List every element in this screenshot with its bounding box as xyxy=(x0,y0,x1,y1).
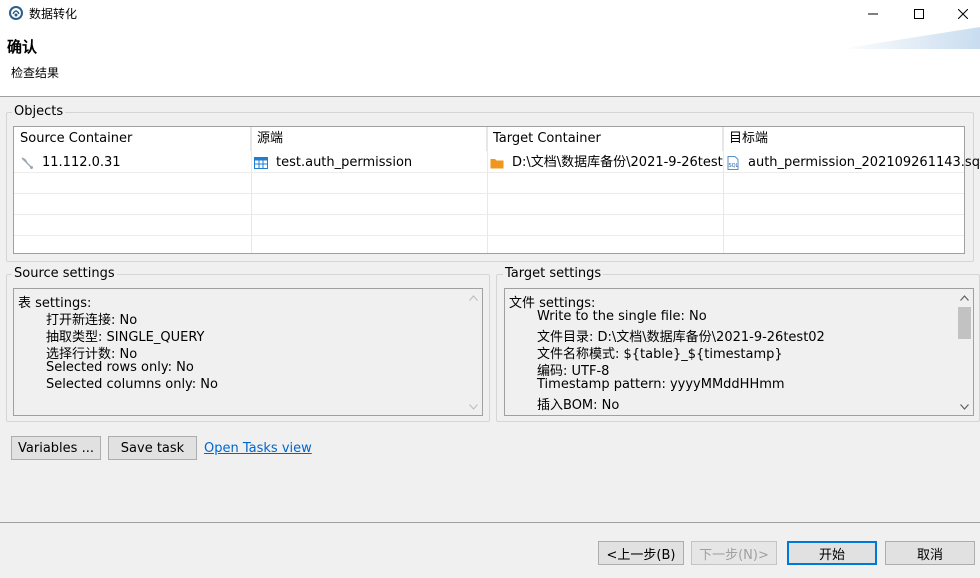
column-header-target[interactable]: 目标端 xyxy=(723,127,964,151)
row-divider xyxy=(14,214,964,215)
table-cell-source[interactable]: test.auth_permission xyxy=(254,154,484,172)
header-decoration xyxy=(840,27,980,49)
folder-icon xyxy=(490,159,504,169)
scroll-down-button[interactable] xyxy=(465,398,482,415)
close-icon xyxy=(958,8,968,19)
next-button[interactable]: 下一步(N)> xyxy=(691,541,777,565)
title-bar: 数据转化 xyxy=(0,0,980,27)
page-subtitle: 检查结果 xyxy=(11,66,60,80)
target-settings-label: Target settings xyxy=(503,266,604,281)
minimize-button[interactable] xyxy=(850,0,896,27)
wizard-header: 确认 检查结果 xyxy=(0,27,980,97)
list-item: Selected columns only: No xyxy=(46,377,218,392)
chevron-up-icon xyxy=(469,294,478,301)
objects-group-label: Objects xyxy=(12,104,66,119)
list-item: 插入BOM: No xyxy=(537,398,620,413)
chevron-down-icon xyxy=(960,403,969,410)
save-task-button[interactable]: Save task xyxy=(108,436,197,460)
scroll-up-button[interactable] xyxy=(956,289,973,306)
footer-divider xyxy=(0,522,980,523)
connection-icon xyxy=(21,157,33,169)
column-header-source-container[interactable]: Source Container xyxy=(14,127,251,151)
target-container-value: D:\文档\数据库备份\2021-9-26test xyxy=(512,155,723,170)
table-cell-target[interactable]: SQL auth_permission_202109261143.sql xyxy=(726,154,980,172)
list-item: Selected rows only: No xyxy=(46,360,194,375)
window-title: 数据转化 xyxy=(29,7,78,21)
scroll-up-button[interactable] xyxy=(465,289,482,306)
table-cell-target-container[interactable]: D:\文档\数据库备份\2021-9-26test xyxy=(490,154,723,172)
minimize-icon xyxy=(868,13,878,14)
column-header-target-container[interactable]: Target Container xyxy=(487,127,723,151)
chevron-up-icon xyxy=(960,294,969,301)
row-divider xyxy=(14,172,964,173)
start-button[interactable]: 开始 xyxy=(787,541,877,565)
cancel-button[interactable]: 取消 xyxy=(885,541,975,565)
open-tasks-view-link[interactable]: Open Tasks view xyxy=(204,441,312,456)
target-settings-scrollbar[interactable] xyxy=(956,289,973,415)
sql-file-icon: SQL xyxy=(727,156,739,170)
svg-text:SQL: SQL xyxy=(729,163,739,169)
table-icon xyxy=(254,157,268,169)
objects-table[interactable]: Source Container 源端 Target Container 目标端… xyxy=(13,126,980,254)
column-header-source[interactable]: 源端 xyxy=(251,127,487,151)
variables-button[interactable]: Variables ... xyxy=(11,436,101,460)
row-divider xyxy=(14,193,964,194)
scroll-thumb[interactable] xyxy=(958,307,971,339)
maximize-button[interactable] xyxy=(896,0,942,27)
source-settings-text[interactable]: 表 settings: 打开新连接: No 抽取类型: SINGLE_QUERY… xyxy=(13,288,483,416)
target-settings-text[interactable]: 文件 settings: Write to the single file: N… xyxy=(504,288,974,416)
page-title: 确认 xyxy=(7,38,38,56)
table-row[interactable]: 11.112.0.31 xyxy=(20,154,250,172)
list-item: Timestamp pattern: yyyyMMddHHmm xyxy=(537,377,785,392)
back-button[interactable]: <上一步(B) xyxy=(598,541,684,565)
scroll-down-button[interactable] xyxy=(956,398,973,415)
source-settings-scrollbar[interactable] xyxy=(465,289,482,415)
source-container-value: 11.112.0.31 xyxy=(42,155,121,170)
maximize-icon xyxy=(914,8,924,19)
source-value: test.auth_permission xyxy=(276,155,413,170)
source-settings-label: Source settings xyxy=(12,266,117,281)
target-value: auth_permission_202109261143.sql xyxy=(748,155,980,170)
list-item: Write to the single file: No xyxy=(537,309,707,324)
close-button[interactable] xyxy=(940,0,980,27)
chevron-down-icon xyxy=(469,403,478,410)
row-divider xyxy=(14,235,964,236)
app-logo-icon xyxy=(9,6,23,20)
